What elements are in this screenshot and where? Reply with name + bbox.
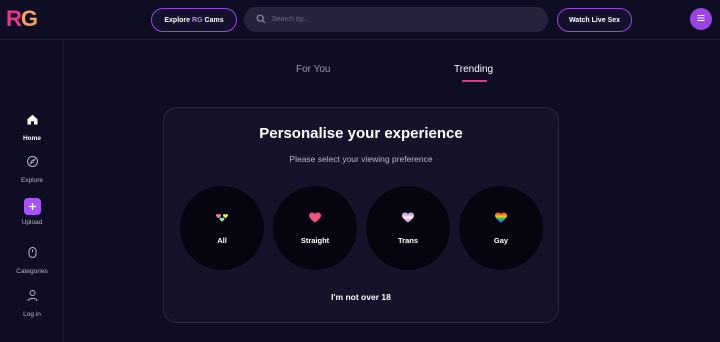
preference-all-button[interactable]: All <box>180 186 264 270</box>
sidebar-item-categories[interactable]: Categories <box>0 246 64 275</box>
preference-straight-button[interactable]: Straight <box>273 186 357 270</box>
active-tab-indicator <box>462 80 487 82</box>
explore-cams-button[interactable]: Explore RG Cams <box>151 8 237 32</box>
sidebar-item-home[interactable]: Home <box>0 113 64 142</box>
rainbow-heart-icon <box>494 211 508 229</box>
search-icon <box>256 11 266 29</box>
card-subtitle: Please select your viewing preference <box>289 154 433 164</box>
not-over-18-link[interactable]: I'm not over 18 <box>164 292 558 302</box>
heart-icon <box>308 211 322 229</box>
preference-trans-button[interactable]: Trans <box>366 186 450 270</box>
search-input[interactable] <box>272 16 522 23</box>
menu-button[interactable] <box>690 8 712 30</box>
plus-icon <box>23 198 41 215</box>
menu-icon <box>696 10 706 28</box>
compass-icon <box>26 155 39 173</box>
categories-icon <box>26 246 39 264</box>
home-icon <box>26 113 39 131</box>
top-bar: RG Explore RG Cams Watch Live Sex <box>0 0 720 40</box>
card-title: Personalise your experience <box>259 125 463 142</box>
user-icon <box>26 289 39 307</box>
trans-heart-icon <box>401 211 415 229</box>
preference-card: Personalise your experience Please selec… <box>163 107 559 323</box>
watch-live-button[interactable]: Watch Live Sex <box>557 8 632 32</box>
hearts-icon <box>215 211 229 229</box>
sidebar-item-upload[interactable]: Upload <box>0 198 64 226</box>
tab-trending[interactable]: Trending <box>454 64 493 75</box>
sidebar-item-login[interactable]: Log in <box>0 289 64 318</box>
tab-for-you[interactable]: For You <box>296 64 330 75</box>
search-bar[interactable] <box>244 7 548 32</box>
preference-gay-button[interactable]: Gay <box>459 186 543 270</box>
sidebar: Home Explore Upload Categories Log in <box>0 40 64 342</box>
sidebar-item-explore[interactable]: Explore <box>0 155 64 184</box>
logo[interactable]: RG <box>6 6 38 32</box>
